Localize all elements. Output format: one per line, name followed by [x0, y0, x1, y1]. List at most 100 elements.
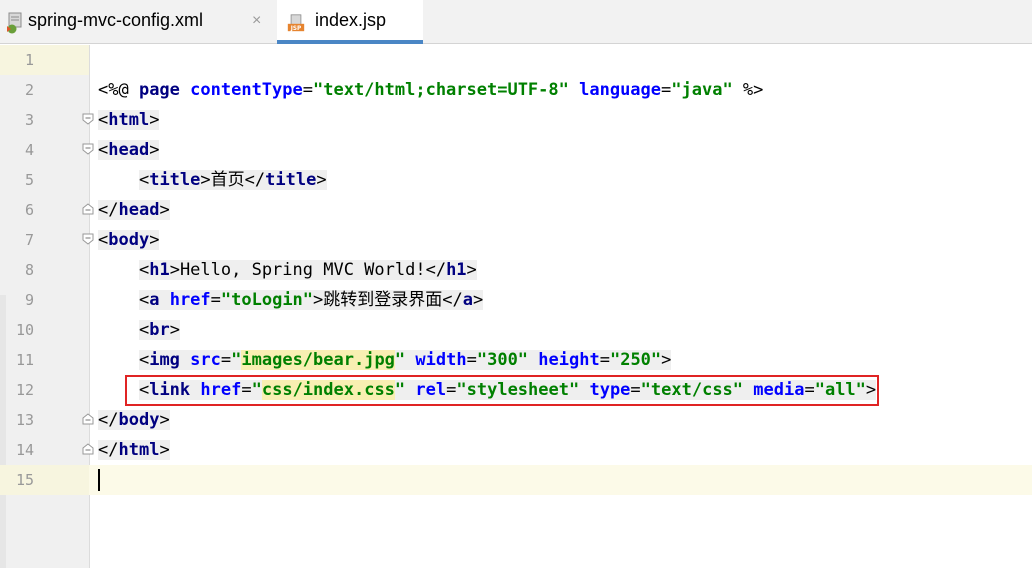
editor-tab-bar: spring-mvc-config.xml × JSP index.jsp	[0, 0, 1032, 44]
tag: </body>	[98, 410, 170, 430]
line-number: 2	[24, 81, 34, 99]
tag: <title>首页</title>	[138, 170, 327, 190]
tag-bracket: >	[149, 110, 160, 130]
code-line-6: </head>	[98, 195, 170, 225]
equals: =	[661, 80, 672, 100]
code-line-9: <a href="toLogin">跳转到登录界面</a>	[98, 285, 484, 315]
fold-open-icon[interactable]	[82, 143, 94, 155]
tag-bracket: >	[466, 260, 477, 280]
text-content: 首页	[210, 170, 245, 190]
line-number: 11	[15, 351, 34, 369]
fold-close-icon[interactable]	[82, 443, 94, 455]
line-number: 13	[15, 411, 34, 429]
line-number: 5	[24, 171, 34, 189]
tag: <a href="toLogin">跳转到登录界面</a>	[138, 290, 484, 310]
tag-bracket: >	[169, 260, 180, 280]
attr-name: height	[538, 350, 600, 370]
tag-bracket: <	[98, 110, 109, 130]
attr-name: contentType	[190, 80, 303, 100]
attr-name: language	[579, 80, 662, 100]
code-line-5: <title>首页</title>	[98, 165, 327, 195]
fold-open-icon[interactable]	[82, 113, 94, 125]
tag-name: a	[149, 290, 160, 310]
code-line-3: <html>	[98, 105, 160, 135]
close-icon[interactable]: ×	[252, 12, 261, 30]
quote: "	[394, 350, 406, 370]
tag: <head>	[98, 140, 160, 160]
code-line-11: <img src="images/bear.jpg" width="300" h…	[98, 345, 672, 375]
line-number: 8	[24, 261, 34, 279]
tag-bracket: <	[138, 260, 150, 280]
tag-bracket: <	[138, 170, 150, 190]
tag-bracket: </	[98, 410, 119, 430]
equals: =	[599, 350, 610, 370]
tag-name: head	[108, 140, 150, 160]
tag: <br>	[138, 320, 180, 340]
tag-name: h1	[446, 260, 467, 280]
text-content: Hello, Spring MVC World!	[179, 260, 426, 280]
code-line-4: <head>	[98, 135, 160, 165]
tag-bracket: <	[98, 230, 109, 250]
tag-bracket: <	[138, 350, 150, 370]
tag-bracket: >	[159, 410, 170, 430]
line-number: 9	[24, 291, 34, 309]
tag: <body>	[98, 230, 160, 250]
equals: =	[210, 290, 221, 310]
tag: <html>	[98, 110, 160, 130]
line-number: 10	[15, 321, 34, 339]
attr-value: "250"	[609, 350, 662, 370]
code-line-8: <h1>Hello, Spring MVC World!</h1>	[98, 255, 477, 285]
tab-index-jsp[interactable]: JSP index.jsp	[277, 0, 423, 44]
tag-bracket: >	[169, 320, 180, 340]
tag-bracket: >	[159, 200, 170, 220]
attr-name: src	[190, 350, 221, 370]
tag: <h1>Hello, Spring MVC World!</h1>	[138, 260, 477, 280]
jsp-file-icon: JSP	[287, 14, 305, 32]
tag-name: br	[149, 320, 170, 340]
equals: =	[220, 350, 232, 370]
line-number: 6	[24, 201, 34, 219]
svg-text:JSP: JSP	[290, 26, 301, 32]
tag-name: title	[149, 170, 201, 190]
tag-bracket: </	[244, 170, 266, 190]
tag-bracket: <	[98, 140, 109, 160]
tag-bracket: </	[98, 200, 119, 220]
line-number: 1	[24, 51, 34, 69]
code-line-7: <body>	[98, 225, 160, 255]
tag: <img src="images/bear.jpg" width="300" h…	[138, 350, 672, 370]
attr-value: "java"	[671, 80, 733, 100]
jsp-keyword: page	[138, 80, 180, 100]
line-number: 4	[24, 141, 34, 159]
text-content: 跳转到登录界面	[323, 290, 443, 310]
tag-bracket: >	[661, 350, 672, 370]
code-line-14: </html>	[98, 435, 170, 465]
fold-close-icon[interactable]	[82, 413, 94, 425]
tag-name: html	[118, 440, 160, 460]
tag-bracket: >	[313, 290, 324, 310]
tag-name: a	[462, 290, 474, 310]
line-number: 7	[24, 231, 34, 249]
attr-value-highlighted: images/bear.jpg	[241, 350, 395, 370]
line-number: 12	[15, 381, 34, 399]
fold-open-icon[interactable]	[82, 233, 94, 245]
fold-close-icon[interactable]	[82, 203, 94, 215]
tag-name: img	[149, 350, 180, 370]
tag-bracket: </	[442, 290, 463, 310]
line-number: 14	[15, 441, 34, 459]
equals: =	[466, 350, 477, 370]
code-line-13: </body>	[98, 405, 170, 435]
tag-bracket: >	[200, 170, 211, 190]
line-number: 15	[15, 471, 34, 489]
tag-name: body	[118, 410, 160, 430]
tag-bracket: >	[316, 170, 327, 190]
tab-spring-mvc-config[interactable]: spring-mvc-config.xml ×	[0, 0, 275, 44]
tag: </head>	[98, 200, 170, 220]
attr-value: "300"	[476, 350, 529, 370]
